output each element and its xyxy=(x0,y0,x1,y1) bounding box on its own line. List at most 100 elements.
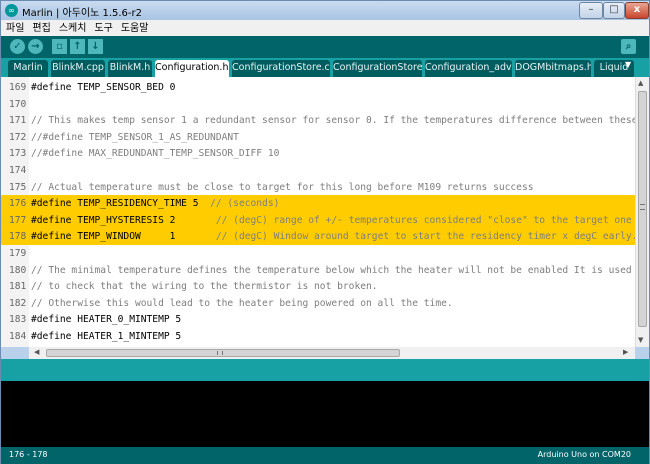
horizontal-scrollbar[interactable]: ◀ ▶ xyxy=(29,347,635,359)
code-editor[interactable]: 169 #define TEMP_SENSOR_BED 0 170 171 // Thi… xyxy=(1,77,635,347)
menu-edit[interactable]: 편집 xyxy=(27,20,53,35)
line-number: 170 xyxy=(9,98,27,110)
code-line[interactable]: 183 #define HEATER_0_MINTEMP 5 xyxy=(1,311,635,328)
line-number: 176 xyxy=(9,198,27,210)
code-line[interactable]: 181 // to check that the wiring to the th… xyxy=(1,278,635,295)
scroll-right-arrow-icon[interactable]: ▶ xyxy=(623,348,628,356)
scroll-grip xyxy=(217,351,223,355)
code-line[interactable]: 169 #define TEMP_SENSOR_BED 0 xyxy=(1,79,635,96)
code-text: //#define MAX_REDUNDANT_TEMP_SENSOR_DIFF… xyxy=(31,145,279,162)
code-line[interactable]: 176 #define TEMP_RESIDENCY_TIME 5 // (sec… xyxy=(1,195,635,213)
code-token: #define HEATER_1_MINTEMP 5 xyxy=(31,331,182,342)
code-line[interactable]: 172 //#define TEMP_SENSOR_1_AS_REDUNDANT xyxy=(1,129,635,146)
horizontal-scroll-thumb[interactable] xyxy=(46,349,400,357)
line-number: 182 xyxy=(9,297,27,309)
window-title: Marlin | 아두이노 1.5.6-r2 xyxy=(22,8,142,19)
scroll-grip xyxy=(640,204,645,210)
tab-configurationstore-h[interactable]: ConfigurationStore.h xyxy=(333,60,422,77)
line-number: 181 xyxy=(9,281,27,293)
menu-tools[interactable]: 도구 xyxy=(89,20,115,35)
save-sketch-button[interactable]: ↓ xyxy=(88,39,103,54)
code-comment: // (seconds) xyxy=(210,198,280,210)
code-token: #define TEMP_SENSOR_BED 0 xyxy=(31,82,176,93)
tab-configurationstore-cpp[interactable]: ConfigurationStore.cpp xyxy=(232,60,330,77)
selected-lines-indicator: 176 - 178 xyxy=(9,450,48,459)
serial-monitor-button[interactable]: ⌕ xyxy=(621,39,636,54)
vertical-scroll-thumb[interactable] xyxy=(638,91,647,327)
upload-button[interactable]: → xyxy=(28,39,43,54)
code-text: #define TEMP_RESIDENCY_TIME 5 // (second… xyxy=(31,195,279,212)
open-sketch-button[interactable]: ↑ xyxy=(70,39,85,54)
line-number: 180 xyxy=(9,264,27,276)
code-text: #define TEMP_HYSTERESIS 2 // (degC) rang… xyxy=(31,212,632,229)
code-line[interactable]: 182 // Otherwise this would lead to the h… xyxy=(1,295,635,312)
new-sketch-button[interactable]: ▫ xyxy=(52,39,67,54)
tab-dogmbitmaps-h[interactable]: DOGMbitmaps.h xyxy=(515,60,591,77)
line-number: 169 xyxy=(9,82,27,93)
tab-blinkm-h[interactable]: BlinkM.h xyxy=(108,60,152,77)
line-number: 175 xyxy=(9,181,27,193)
close-button[interactable]: x xyxy=(625,2,649,19)
scroll-up-arrow-icon[interactable]: ▲ xyxy=(638,79,643,87)
code-token: #define HEATER_0_MINTEMP 5 xyxy=(31,314,182,326)
status-bar: 176 - 178 Arduino Uno on COM20 xyxy=(1,447,649,464)
sketch-tabs: Marlin BlinkM.cpp BlinkM.h Configuration… xyxy=(1,58,649,77)
line-number: 171 xyxy=(9,115,27,127)
code-line[interactable]: 178 #define TEMP_WINDOW 1 // (degC) Windo… xyxy=(1,228,635,246)
code-text: #define TEMP_SENSOR_BED 0 xyxy=(31,79,175,96)
title-bar[interactable]: ∞ Marlin | 아두이노 1.5.6-r2 – □ x xyxy=(1,1,649,20)
code-comment: // (degC) range of +/- temperatures cons… xyxy=(215,214,632,226)
scroll-left-arrow-icon[interactable]: ◀ xyxy=(34,348,39,356)
verify-button[interactable]: ✓ xyxy=(10,39,25,54)
tab-configuration-h[interactable]: Configuration.h § xyxy=(155,60,229,77)
code-line[interactable]: 180 // The minimal temperature defines th… xyxy=(1,262,635,279)
code-text: #define HEATER_1_MINTEMP 5 xyxy=(31,328,181,345)
code-line[interactable]: 179 xyxy=(1,245,635,262)
code-line[interactable]: 170 xyxy=(1,96,635,113)
tab-blinkm-cpp[interactable]: BlinkM.cpp xyxy=(51,60,105,77)
code-token: #define TEMP_WINDOW 1 xyxy=(31,231,216,243)
line-number: 173 xyxy=(9,148,27,160)
code-token: #define TEMP_RESIDENCY_TIME 5 xyxy=(31,198,211,210)
console-output[interactable] xyxy=(1,381,649,447)
code-line[interactable]: 184 #define HEATER_1_MINTEMP 5 xyxy=(1,328,635,345)
code-comment: // to check that the wiring to the therm… xyxy=(31,281,378,293)
code-text: #define HEATER_0_MINTEMP 5 xyxy=(31,311,181,328)
code-line[interactable]: 174 xyxy=(1,162,635,179)
toolbar: ✓ → ▫ ↑ ↓ ⌕ xyxy=(1,36,649,58)
menu-file[interactable]: 파일 xyxy=(1,20,27,35)
line-number: 179 xyxy=(9,248,27,259)
tab-menu-chevron-down-icon[interactable]: ▼ xyxy=(625,60,631,69)
code-text: // Otherwise this would lead to the heat… xyxy=(31,295,453,312)
line-number: 172 xyxy=(9,131,27,143)
code-token: #define TEMP_HYSTERESIS 2 xyxy=(31,214,216,226)
code-line[interactable]: 177 #define TEMP_HYSTERESIS 2 // (degC) r… xyxy=(1,211,635,229)
code-comment: //#define TEMP_SENSOR_1_AS_REDUNDANT xyxy=(31,131,239,143)
tab-configuration-adv-h[interactable]: Configuration_adv.h xyxy=(425,60,512,77)
code-line[interactable]: 175 // Actual temperature must be close t… xyxy=(1,179,635,196)
code-text: //#define TEMP_SENSOR_1_AS_REDUNDANT xyxy=(31,129,239,146)
vertical-scrollbar[interactable]: ▲ ▼ xyxy=(635,77,649,347)
line-number: 177 xyxy=(9,214,27,226)
menu-help[interactable]: 도움말 xyxy=(116,20,152,35)
code-comment: // (degC) Window around target to start … xyxy=(215,231,635,243)
tab-marlin[interactable]: Marlin xyxy=(8,60,48,77)
code-text: #define TEMP_WINDOW 1 // (degC) Window a… xyxy=(31,228,635,245)
message-area xyxy=(1,359,649,381)
code-line[interactable]: 171 // This makes temp sensor 1 a redunda… xyxy=(1,112,635,129)
code-text: // to check that the wiring to the therm… xyxy=(31,278,378,295)
scroll-down-arrow-icon[interactable]: ▼ xyxy=(638,336,643,344)
code-text: // This makes temp sensor 1 a redundant … xyxy=(31,112,635,129)
code-comment: // Otherwise this would lead to the heat… xyxy=(31,297,453,309)
code-comment: // Actual temperature must be close to t… xyxy=(31,181,534,193)
arduino-ide-window: ∞ Marlin | 아두이노 1.5.6-r2 – □ x 파일 편집 스케치 도구… xyxy=(0,0,650,464)
menu-sketch[interactable]: 스케치 xyxy=(54,20,90,35)
maximize-button[interactable]: □ xyxy=(603,2,625,19)
minimize-button[interactable]: – xyxy=(579,2,603,19)
code-text: // The minimal temperature defines the t… xyxy=(31,262,632,279)
code-line[interactable]: 173 //#define MAX_REDUNDANT_TEMP_SENSOR_D… xyxy=(1,145,635,162)
code-comment: // This makes temp sensor 1 a redundant … xyxy=(31,115,635,127)
board-port-indicator: Arduino Uno on COM20 xyxy=(537,450,631,459)
code-text: // Actual temperature must be close to t… xyxy=(31,179,534,196)
menu-bar: 파일 편집 스케치 도구 도움말 xyxy=(1,20,649,36)
